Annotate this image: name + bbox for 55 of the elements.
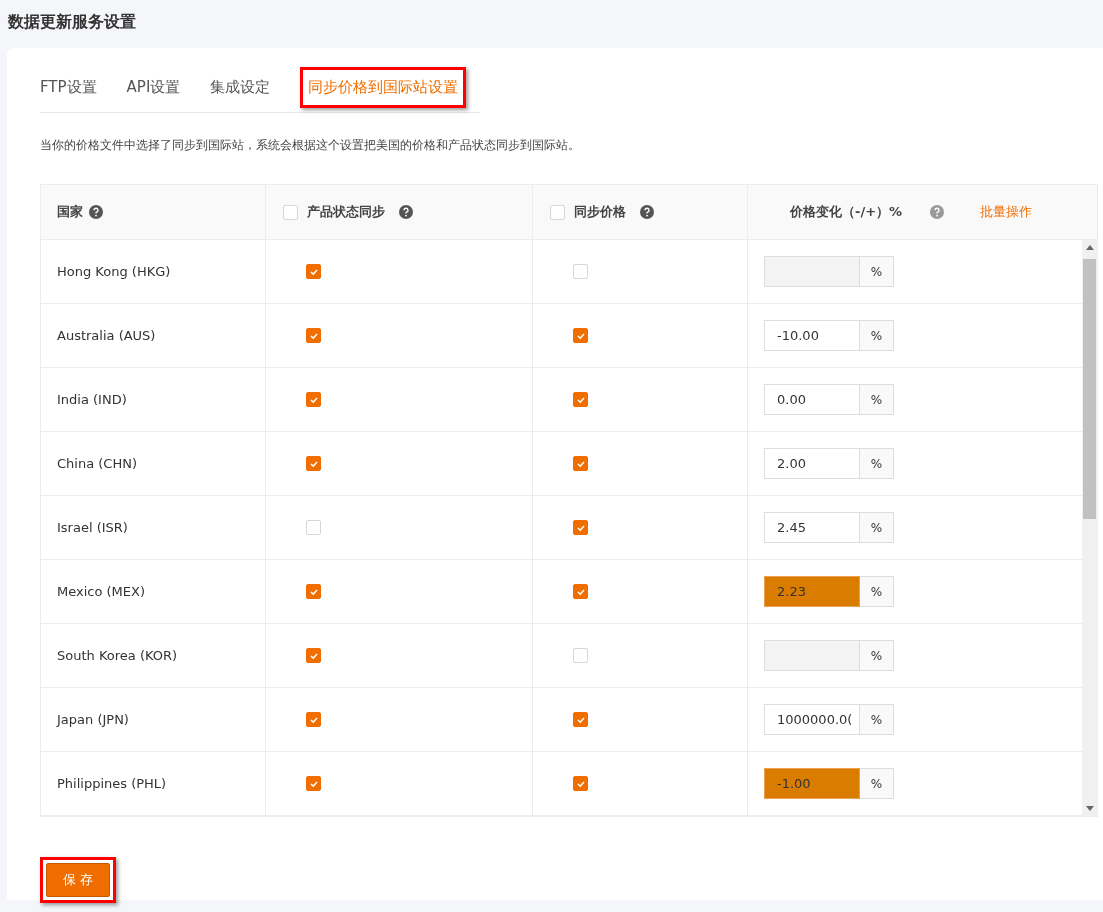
checkbox[interactable] [306,392,321,407]
checkbox[interactable] [573,712,588,727]
help-icon[interactable] [640,205,654,219]
country-name: Japan (JPN) [57,712,129,727]
checkbox[interactable] [306,648,321,663]
input-field[interactable] [764,640,860,671]
country-name: India (IND) [57,392,127,407]
column-header: 价格变化（-/+）% [790,203,903,221]
checkbox[interactable] [573,584,588,599]
percent-addon: % [860,576,894,607]
percent-addon: % [860,768,894,799]
help-icon[interactable] [89,205,103,219]
checkbox[interactable] [573,776,588,791]
percent-addon: % [860,448,894,479]
checkbox[interactable] [573,328,588,343]
checkbox[interactable] [306,712,321,727]
country-name: South Korea (KOR) [57,648,178,663]
country-name: Australia (AUS) [57,328,156,343]
column-header: 同步价格 [574,203,626,221]
checkbox[interactable] [306,456,321,471]
help-icon[interactable] [399,205,413,219]
input-field[interactable]: -10.00 [764,320,860,351]
tab[interactable]: 集成设定 [210,71,271,103]
input-field[interactable]: 1000000.0( [764,704,860,735]
country-name: China (CHN) [57,456,137,471]
checkbox[interactable] [306,264,321,279]
checkbox[interactable] [573,520,588,535]
input-field[interactable]: 2.23 [764,576,860,607]
input-field[interactable]: -1.00 [764,768,860,799]
percent-addon: % [860,256,894,287]
percent-addon: % [860,640,894,671]
input-field[interactable] [764,256,860,287]
country-name: Israel (ISR) [57,520,128,535]
column-header: 产品状态同步 [307,203,385,221]
percent-addon: % [860,320,894,351]
percent-addon: % [860,384,894,415]
input-field[interactable]: 0.00 [764,384,860,415]
tab[interactable]: API设置 [126,71,181,103]
input-field[interactable]: 2.00 [764,448,860,479]
checkbox[interactable] [573,456,588,471]
input-field[interactable]: 2.45 [764,512,860,543]
tab[interactable]: FTP设置 [40,71,97,103]
checkbox[interactable] [573,392,588,407]
country-name: Philippines (PHL) [57,776,167,791]
checkbox[interactable] [306,776,321,791]
checkbox[interactable] [306,584,321,599]
column-header: 国家 [57,203,83,221]
checkbox[interactable] [306,328,321,343]
country-name: Mexico (MEX) [57,584,145,599]
percent-addon: % [860,704,894,735]
country-name: Hong Kong (HKG) [57,264,171,279]
scrollbar-drawing[interactable] [1082,240,1097,816]
percent-addon: % [860,512,894,543]
page-title: 数据更新服务设置 [7,11,137,33]
description-text: 当你的价格文件中选择了同步到国际站，系统会根据这个设置把美国的价格和产品状态同步到国际站。 [40,137,581,154]
